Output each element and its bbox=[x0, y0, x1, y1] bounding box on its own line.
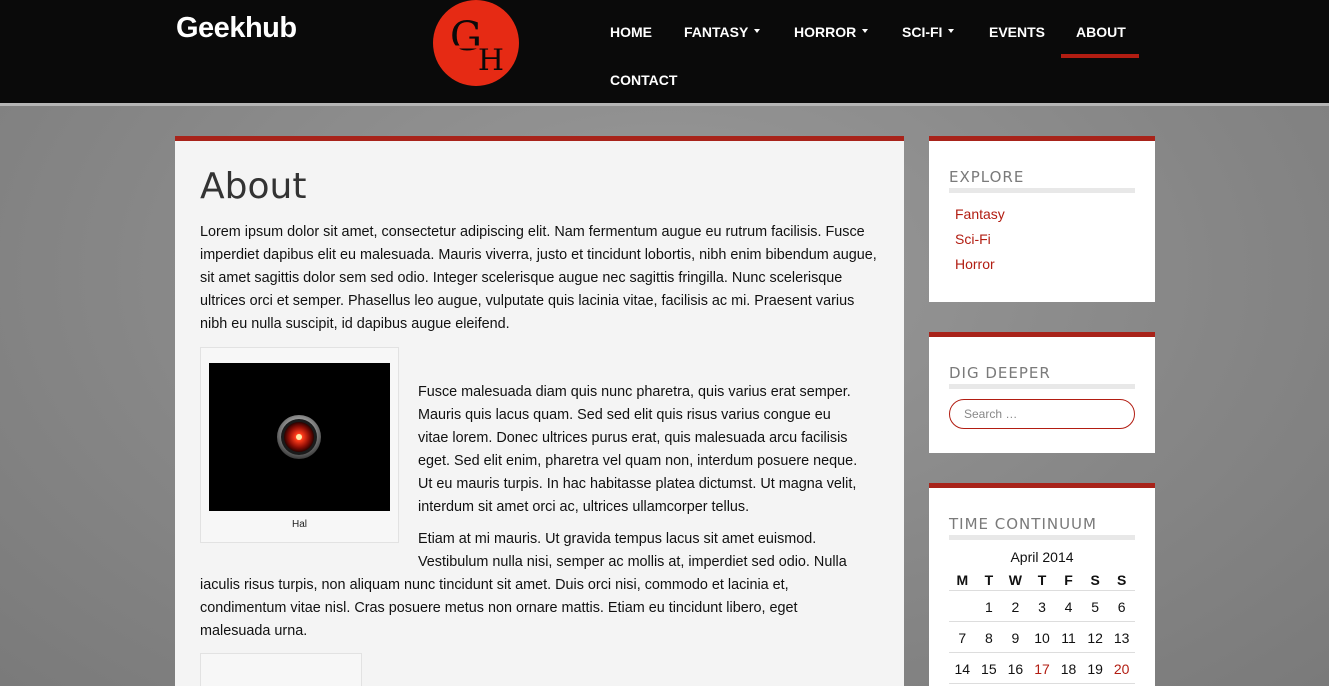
search-input[interactable] bbox=[949, 399, 1135, 429]
nav-active-indicator bbox=[1061, 54, 1139, 58]
site-header: Geekhub G H HOME FANTASY HORROR SCI-FI E… bbox=[0, 0, 1329, 106]
weekday-mon: M bbox=[956, 572, 969, 588]
widget-dig-deeper: DIG DEEPER bbox=[929, 332, 1155, 453]
calendar-day: 16 bbox=[1007, 661, 1024, 677]
calendar-day: 15 bbox=[981, 661, 997, 677]
weekday-tue: T bbox=[984, 572, 994, 588]
figure-hal: Hal bbox=[200, 347, 399, 543]
calendar-day: 6 bbox=[1117, 599, 1126, 615]
weekday-thu: T bbox=[1037, 572, 1047, 588]
calendar-day: 4 bbox=[1064, 599, 1073, 615]
weekday-sat: S bbox=[1090, 572, 1100, 588]
nav-scifi-label: SCI-FI bbox=[902, 24, 943, 40]
widget-title-time-continuum: TIME CONTINUUM bbox=[949, 515, 1135, 540]
calendar-week: 1 2 3 4 5 6 bbox=[949, 591, 1135, 622]
nav-fantasy-label: FANTASY bbox=[684, 24, 749, 40]
paragraph-1: Lorem ipsum dolor sit amet, consectetur … bbox=[200, 224, 877, 332]
calendar-day: 9 bbox=[1011, 630, 1020, 646]
nav-scifi[interactable]: SCI-FI bbox=[902, 24, 955, 40]
calendar-day: 3 bbox=[1038, 599, 1046, 615]
calendar-day: 10 bbox=[1034, 630, 1050, 646]
main-content: About Lorem ipsum dolor sit amet, consec… bbox=[175, 136, 904, 686]
paragraph-3-rest: iaculis risus turpis, non aliquam nunc t… bbox=[200, 577, 798, 639]
caret-down-icon bbox=[754, 29, 761, 34]
figure-secondary bbox=[200, 653, 362, 686]
weekday-wed: W bbox=[1008, 572, 1023, 588]
nav-contact[interactable]: CONTACT bbox=[610, 72, 677, 88]
widget-title-explore: EXPLORE bbox=[949, 168, 1135, 193]
calendar-day: 14 bbox=[954, 661, 971, 677]
caret-down-icon bbox=[862, 29, 869, 34]
paragraph-2: Fusce malesuada diam quis nunc pharetra,… bbox=[418, 384, 858, 515]
calendar-day: 1 bbox=[984, 599, 993, 615]
calendar-day: 8 bbox=[984, 630, 993, 646]
widget-time-continuum: TIME CONTINUUM April 2014 M T W T F S S … bbox=[929, 483, 1155, 686]
hal-eye-icon bbox=[277, 415, 321, 459]
calendar-weekday-row: M T W T F S S bbox=[949, 568, 1135, 591]
weekday-sun: S bbox=[1117, 572, 1127, 588]
calendar-week: 14 15 16 17 18 19 20 bbox=[949, 653, 1135, 684]
site-brand[interactable]: Geekhub bbox=[176, 12, 297, 45]
calendar-day-link[interactable]: 17 bbox=[1029, 661, 1056, 677]
explore-link-scifi[interactable]: Sci-Fi bbox=[955, 231, 991, 247]
widget-explore: EXPLORE Fantasy Sci-Fi Horror bbox=[929, 136, 1155, 302]
widget-title-dig-deeper: DIG DEEPER bbox=[949, 364, 1135, 389]
caret-down-icon bbox=[948, 29, 955, 34]
page-title: About bbox=[200, 166, 307, 207]
hal-image[interactable] bbox=[209, 363, 390, 511]
calendar-day: 7 bbox=[958, 630, 967, 646]
calendar-day: 5 bbox=[1091, 599, 1100, 615]
calendar-day: 2 bbox=[1011, 599, 1020, 615]
explore-link-horror[interactable]: Horror bbox=[955, 256, 995, 272]
nav-events-label: EVENTS bbox=[989, 24, 1046, 40]
geekhub-logo[interactable]: G H bbox=[433, 0, 519, 86]
calendar-day: 11 bbox=[1061, 630, 1076, 646]
nav-contact-label: CONTACT bbox=[610, 72, 678, 88]
calendar-caption: April 2014 bbox=[1010, 549, 1074, 565]
nav-about[interactable]: ABOUT bbox=[1076, 24, 1126, 40]
explore-link-fantasy[interactable]: Fantasy bbox=[955, 206, 1005, 222]
nav-events[interactable]: EVENTS bbox=[989, 24, 1045, 40]
calendar-week: 7 8 9 10 11 12 13 bbox=[949, 622, 1135, 653]
calendar-day-link[interactable]: 20 bbox=[1108, 661, 1135, 677]
nav-home[interactable]: HOME bbox=[610, 24, 652, 40]
calendar-day: 12 bbox=[1087, 630, 1103, 646]
nav-horror[interactable]: HORROR bbox=[794, 24, 869, 40]
nav-fantasy[interactable]: FANTASY bbox=[684, 24, 761, 40]
weekday-fri: F bbox=[1064, 572, 1073, 588]
nav-horror-label: HORROR bbox=[794, 24, 857, 40]
paragraph-3-start: Etiam at mi mauris. Ut gravida tempus la… bbox=[418, 531, 847, 570]
calendar-day: 13 bbox=[1113, 630, 1130, 646]
calendar-day: 19 bbox=[1087, 661, 1103, 677]
figure-caption: Hal bbox=[291, 519, 307, 530]
nav-home-label: HOME bbox=[610, 24, 652, 40]
calendar-day: 18 bbox=[1060, 661, 1077, 677]
nav-about-label: ABOUT bbox=[1076, 24, 1126, 40]
